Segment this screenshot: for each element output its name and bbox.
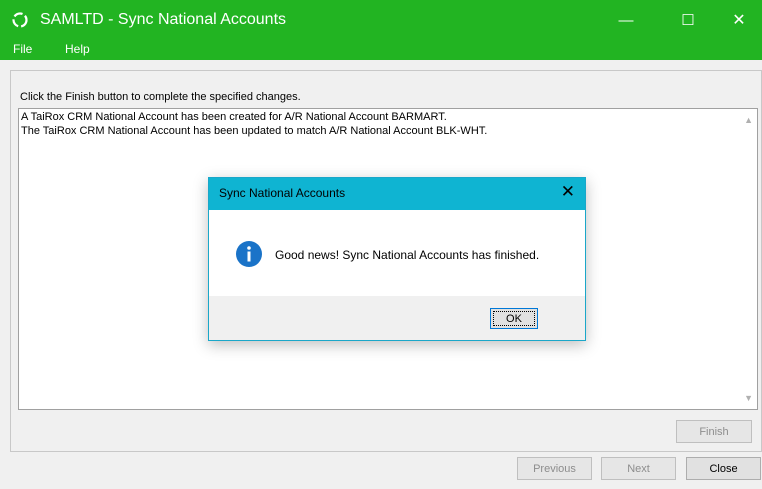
close-button[interactable]: Close xyxy=(686,457,761,480)
dialog-message: Good news! Sync National Accounts has fi… xyxy=(275,248,540,262)
next-button[interactable]: Next xyxy=(601,457,676,480)
scroll-down-arrow[interactable]: ▼ xyxy=(744,393,753,403)
ok-button[interactable]: OK xyxy=(490,308,538,329)
window-title: SAMLTD - Sync National Accounts xyxy=(40,11,287,28)
dialog-body: Good news! Sync National Accounts has fi… xyxy=(209,210,585,296)
finish-button[interactable]: Finish xyxy=(676,420,752,443)
message-dialog: Sync National Accounts ✕ Good news! Sync… xyxy=(208,177,586,341)
instruction-text: Click the Finish button to complete the … xyxy=(20,91,301,103)
scroll-up-arrow[interactable]: ▲ xyxy=(744,115,753,125)
main-window: SAMLTD - Sync National Accounts — ☐ ✕ Fi… xyxy=(0,0,762,489)
title-bar: SAMLTD - Sync National Accounts — ☐ ✕ xyxy=(0,0,762,40)
info-icon xyxy=(236,241,262,267)
menu-help[interactable]: Help xyxy=(65,42,90,56)
log-line: A TaiRox CRM National Account has been c… xyxy=(21,111,447,123)
dialog-title-bar: Sync National Accounts ✕ xyxy=(209,178,585,210)
maximize-button[interactable]: ☐ xyxy=(665,0,711,40)
menu-bar: File Help xyxy=(0,40,762,60)
previous-button[interactable]: Previous xyxy=(517,457,592,480)
minimize-button[interactable]: — xyxy=(603,0,649,40)
menu-file[interactable]: File xyxy=(13,42,32,56)
dialog-title: Sync National Accounts xyxy=(219,186,346,200)
app-icon xyxy=(12,12,28,28)
dialog-close-icon[interactable]: ✕ xyxy=(561,182,575,202)
close-window-button[interactable]: ✕ xyxy=(716,0,762,40)
log-line: The TaiRox CRM National Account has been… xyxy=(21,125,488,137)
